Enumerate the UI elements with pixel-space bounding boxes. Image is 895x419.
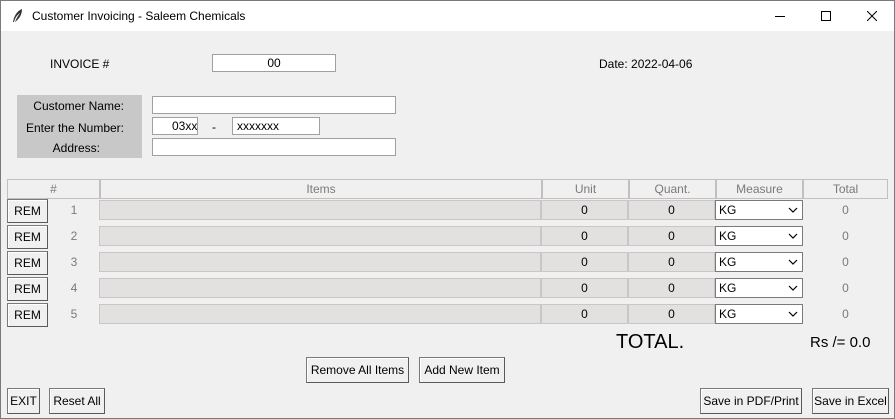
remove-row-button[interactable]: REM	[7, 199, 48, 223]
chevron-down-icon	[788, 259, 798, 265]
customer-number-label: Enter the Number:	[25, 121, 124, 135]
table-row: REM 4 0 0 KG 0	[1, 277, 894, 303]
total-label: TOTAL.	[616, 331, 685, 353]
measure-value: KG	[719, 307, 737, 321]
unit-field[interactable]: 0	[541, 278, 628, 298]
remove-all-items-button[interactable]: Remove All Items	[306, 357, 409, 383]
feather-icon	[13, 9, 22, 22]
exit-button[interactable]: EXIT	[7, 388, 40, 414]
row-total: 0	[804, 278, 887, 298]
invoice-date: Date: 2022-04-06	[599, 57, 693, 71]
unit-field[interactable]: 0	[541, 252, 628, 272]
remove-row-button[interactable]: REM	[7, 277, 48, 301]
quant-field[interactable]: 0	[628, 200, 715, 220]
table-row: REM 1 0 0 KG 0	[1, 199, 894, 225]
measure-value: KG	[719, 281, 737, 295]
maximize-icon	[821, 11, 831, 21]
remove-row-button[interactable]: REM	[7, 303, 48, 327]
measure-value: KG	[719, 229, 737, 243]
customer-address-label: Address:	[52, 141, 100, 155]
item-field[interactable]	[99, 304, 541, 324]
add-new-item-button[interactable]: Add New Item	[419, 357, 505, 383]
header-index: #	[7, 179, 100, 199]
item-field[interactable]	[99, 226, 541, 246]
minimize-icon	[775, 16, 785, 17]
table-row: REM 5 0 0 KG 0	[1, 303, 894, 329]
measure-select[interactable]: KG	[715, 200, 803, 220]
title-bar: Customer Invoicing - Saleem Chemicals	[1, 1, 894, 31]
invoice-number-field[interactable]: 00	[212, 54, 336, 72]
chevron-down-icon	[788, 311, 798, 317]
quant-field[interactable]: 0	[628, 278, 715, 298]
row-index: 5	[49, 304, 99, 324]
header-items: Items	[100, 179, 542, 199]
measure-select[interactable]: KG	[715, 304, 803, 324]
row-index: 4	[49, 278, 99, 298]
total-value: Rs /= 0.0	[810, 334, 871, 351]
close-button[interactable]	[849, 1, 895, 31]
measure-value: KG	[719, 203, 737, 217]
remove-row-button[interactable]: REM	[7, 251, 48, 275]
chevron-down-icon	[788, 207, 798, 213]
chevron-down-icon	[788, 233, 798, 239]
table-row: REM 3 0 0 KG 0	[1, 251, 894, 277]
unit-field[interactable]: 0	[541, 226, 628, 246]
customer-name-label: Customer Name:	[33, 99, 124, 113]
unit-field[interactable]: 0	[541, 200, 628, 220]
customer-label-panel: Customer Name: Enter the Number: Address…	[17, 95, 142, 158]
header-measure: Measure	[716, 179, 803, 199]
measure-select[interactable]: KG	[715, 226, 803, 246]
measure-select[interactable]: KG	[715, 252, 803, 272]
maximize-button[interactable]	[803, 1, 849, 31]
measure-select[interactable]: KG	[715, 278, 803, 298]
invoice-label: INVOICE #	[50, 57, 110, 71]
quant-field[interactable]: 0	[628, 226, 715, 246]
row-total: 0	[804, 304, 887, 324]
row-index: 1	[49, 200, 99, 220]
chevron-down-icon	[788, 285, 798, 291]
minimize-button[interactable]	[757, 1, 803, 31]
quant-field[interactable]: 0	[628, 304, 715, 324]
header-total: Total	[803, 179, 888, 199]
save-excel-button[interactable]: Save in Excel	[812, 388, 889, 414]
measure-value: KG	[719, 255, 737, 269]
quant-field[interactable]: 0	[628, 252, 715, 272]
row-index: 3	[49, 252, 99, 272]
phone-prefix-field[interactable]: 03xx	[152, 117, 198, 135]
row-total: 0	[804, 200, 887, 220]
save-pdf-button[interactable]: Save in PDF/Print	[700, 388, 802, 414]
customer-name-field[interactable]	[152, 96, 396, 114]
item-field[interactable]	[99, 200, 541, 220]
unit-field[interactable]: 0	[541, 304, 628, 324]
header-unit: Unit	[542, 179, 629, 199]
table-row: REM 2 0 0 KG 0	[1, 225, 894, 251]
row-index: 2	[49, 226, 99, 246]
close-icon	[867, 11, 877, 21]
item-field[interactable]	[99, 252, 541, 272]
phone-number-field[interactable]: xxxxxxx	[232, 117, 320, 135]
app-window: Customer Invoicing - Saleem Chemicals IN…	[0, 0, 895, 419]
header-quant: Quant.	[629, 179, 716, 199]
row-total: 0	[804, 252, 887, 272]
row-total: 0	[804, 226, 887, 246]
item-field[interactable]	[99, 278, 541, 298]
window-title: Customer Invoicing - Saleem Chemicals	[32, 9, 246, 23]
remove-row-button[interactable]: REM	[7, 225, 48, 249]
reset-all-button[interactable]: Reset All	[49, 388, 105, 414]
customer-address-field[interactable]	[152, 138, 396, 156]
phone-separator: -	[212, 120, 216, 134]
